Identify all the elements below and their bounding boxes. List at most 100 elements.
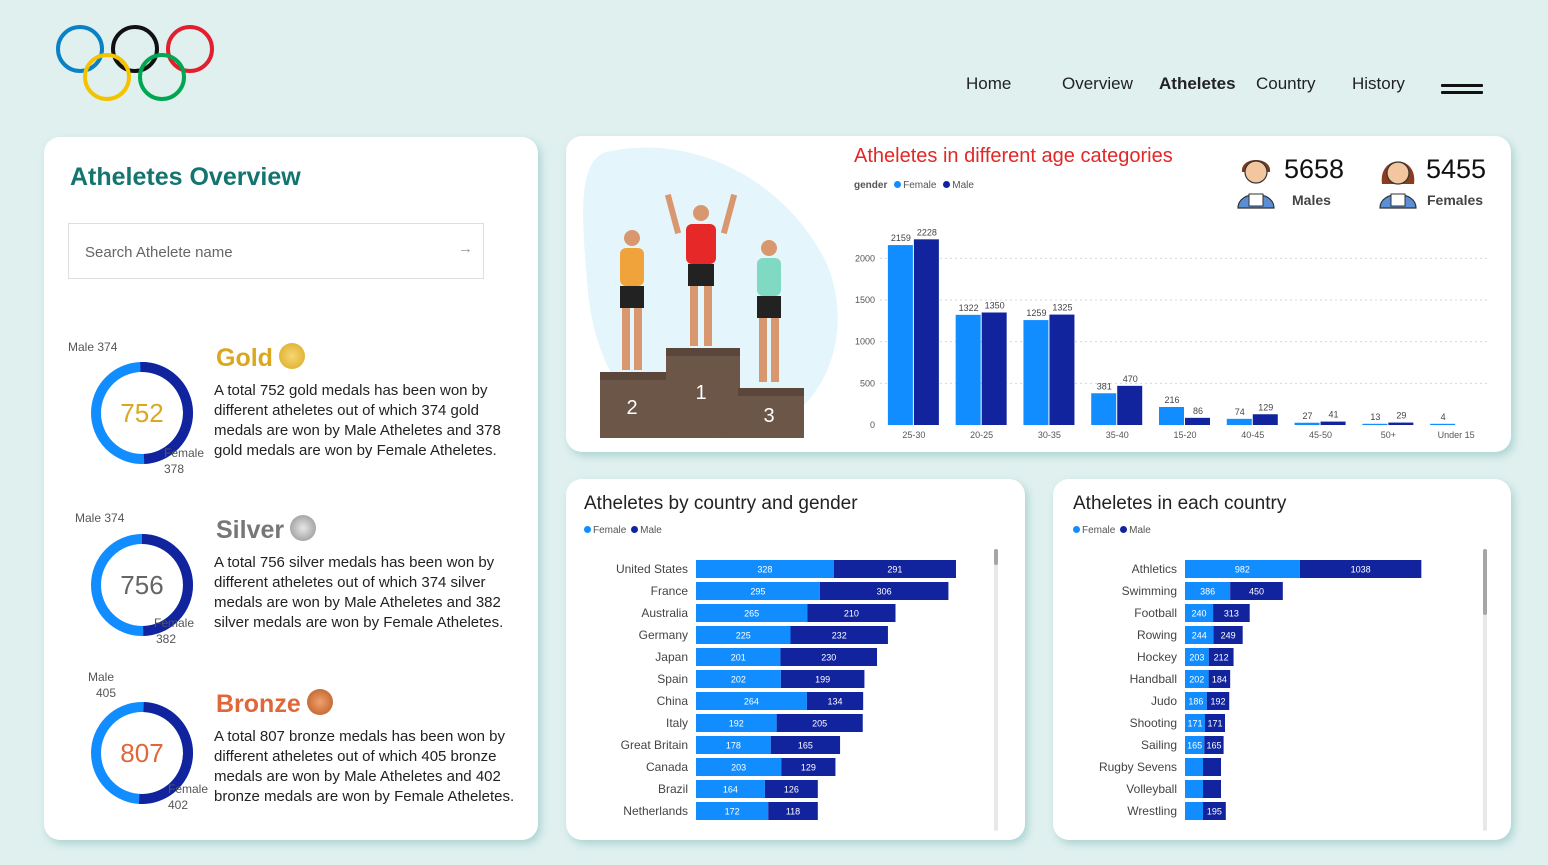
podium-1-label: 1 (695, 382, 706, 404)
scrollbar[interactable] (1483, 549, 1487, 831)
bar-value-label: 295 (750, 587, 765, 597)
legend-male: Male (952, 180, 974, 191)
bar-female[interactable] (887, 245, 913, 425)
gold-medal-icon (278, 343, 305, 369)
bar-female[interactable] (1091, 393, 1117, 425)
bar-male[interactable] (913, 239, 939, 425)
bar-male[interactable] (1252, 414, 1278, 425)
silver-heading: Silver (216, 515, 317, 545)
bar-male[interactable] (981, 312, 1007, 426)
legend-male-dot (1120, 526, 1128, 533)
bar-value-label: 184 (1212, 675, 1227, 685)
legend-male: Male (1129, 525, 1151, 536)
silver-female-label: Female (154, 616, 195, 630)
category-label: Italy (666, 716, 688, 730)
data-label: 1322 (959, 303, 979, 313)
bar-value-label: 249 (1221, 631, 1236, 641)
y-tick-label: 1500 (855, 295, 875, 305)
bar-female[interactable] (1159, 407, 1184, 425)
scrollbar[interactable] (994, 549, 998, 831)
silver-medal-section: 756 Male 374 Female 382 Silver A total 7… (44, 511, 538, 669)
data-label: 1325 (1052, 303, 1072, 313)
bar-value-label: 328 (757, 565, 772, 575)
bar-value-label: 212 (1214, 653, 1229, 663)
bar-value-label: 129 (801, 763, 816, 773)
bar-female[interactable] (955, 314, 981, 425)
bar-female[interactable] (1294, 422, 1320, 425)
category-label: Sailing (1141, 738, 1177, 752)
nav-home[interactable]: Home (966, 74, 1011, 94)
category-label: France (651, 584, 689, 598)
bar-value-label: 210 (844, 609, 859, 619)
bar-female[interactable] (1023, 320, 1049, 425)
bar-value-label: 192 (1210, 697, 1225, 707)
bar-female[interactable] (1185, 780, 1203, 798)
gold-medal-section: 752 Male 374 Female 378 Gold A total 752… (44, 340, 538, 497)
bar-female[interactable] (1185, 758, 1203, 776)
data-label: 381 (1097, 381, 1112, 391)
females-count: 5455 (1426, 154, 1487, 184)
bar-female[interactable] (1362, 423, 1388, 425)
category-label: Rowing (1137, 628, 1177, 642)
bar-value-label: 201 (731, 653, 746, 663)
bar-male[interactable] (1117, 385, 1143, 425)
scrollbar-thumb[interactable] (994, 549, 998, 565)
nav-history[interactable]: History (1352, 74, 1405, 94)
bronze-medal-section: 807 Male 405 Female 402 Bronze A total 8… (44, 670, 538, 837)
sport-chart-title: Atheletes in each country (1073, 493, 1287, 514)
x-tick-label: 45-50 (1309, 430, 1332, 440)
category-label: Football (1134, 606, 1177, 620)
gold-heading-text: Gold (216, 344, 273, 372)
sport-bar-chart: Athletics 982 1038 Swimming 386 450 Football 24… (1099, 560, 1422, 820)
data-label: 216 (1164, 395, 1179, 405)
search-box[interactable]: → (68, 223, 484, 280)
bar-female[interactable] (1185, 802, 1203, 820)
nav-country[interactable]: Country (1256, 74, 1316, 94)
category-label: Judo (1151, 694, 1177, 708)
bronze-description: A total 807 bronze medals has been won b… (214, 728, 515, 805)
age-chart-legend: gender Female Male (854, 180, 974, 191)
bar-female[interactable] (1226, 418, 1252, 425)
nav-athletes[interactable]: Atheletes (1159, 74, 1236, 94)
menu-icon[interactable] (1441, 84, 1483, 94)
data-label: 129 (1258, 402, 1273, 412)
data-label: 13 (1370, 412, 1380, 422)
x-tick-label: 25-30 (902, 430, 925, 440)
gold-description: A total 752 gold medals has been won by … (214, 382, 501, 459)
search-input[interactable] (69, 224, 447, 280)
legend-male: Male (640, 525, 662, 536)
bronze-heading: Bronze (216, 689, 333, 719)
bronze-female-label: Female (168, 782, 209, 796)
bar-male[interactable] (1049, 314, 1075, 425)
gold-heading: Gold (216, 343, 305, 373)
legend-title: gender (854, 180, 888, 191)
x-tick-label: 50+ (1381, 430, 1396, 440)
category-label: Rugby Sevens (1099, 760, 1177, 774)
bar-male[interactable] (1203, 780, 1221, 798)
bar-value-label: 203 (1189, 653, 1204, 663)
silver-heading-text: Silver (216, 516, 285, 544)
bar-value-label: 134 (828, 697, 843, 707)
legend-female-dot (584, 526, 591, 533)
data-label: 1350 (985, 301, 1005, 311)
bar-value-label: 313 (1224, 609, 1239, 619)
bar-value-label: 306 (877, 587, 892, 597)
bar-male[interactable] (1203, 758, 1221, 776)
legend-female: Female (1082, 525, 1116, 536)
data-label: 41 (1329, 410, 1339, 420)
bar-value-label: 265 (744, 609, 759, 619)
gold-female-value: 378 (164, 462, 185, 476)
country-gender-card: Atheletes by country and gender Female M… (566, 479, 1025, 840)
bar-male[interactable] (1388, 422, 1414, 425)
bar-male[interactable] (1185, 417, 1210, 425)
data-label: 2228 (917, 227, 937, 237)
nav-overview[interactable]: Overview (1062, 74, 1133, 94)
category-label: Hockey (1137, 650, 1177, 664)
bar-value-label: 232 (832, 631, 847, 641)
x-tick-label: 30-35 (1038, 430, 1061, 440)
scrollbar-thumb[interactable] (1483, 549, 1487, 615)
bar-male[interactable] (1320, 421, 1346, 425)
arrow-right-icon[interactable]: → (458, 240, 473, 257)
bar-female[interactable] (1430, 423, 1456, 425)
x-tick-label: Under 15 (1438, 430, 1475, 440)
